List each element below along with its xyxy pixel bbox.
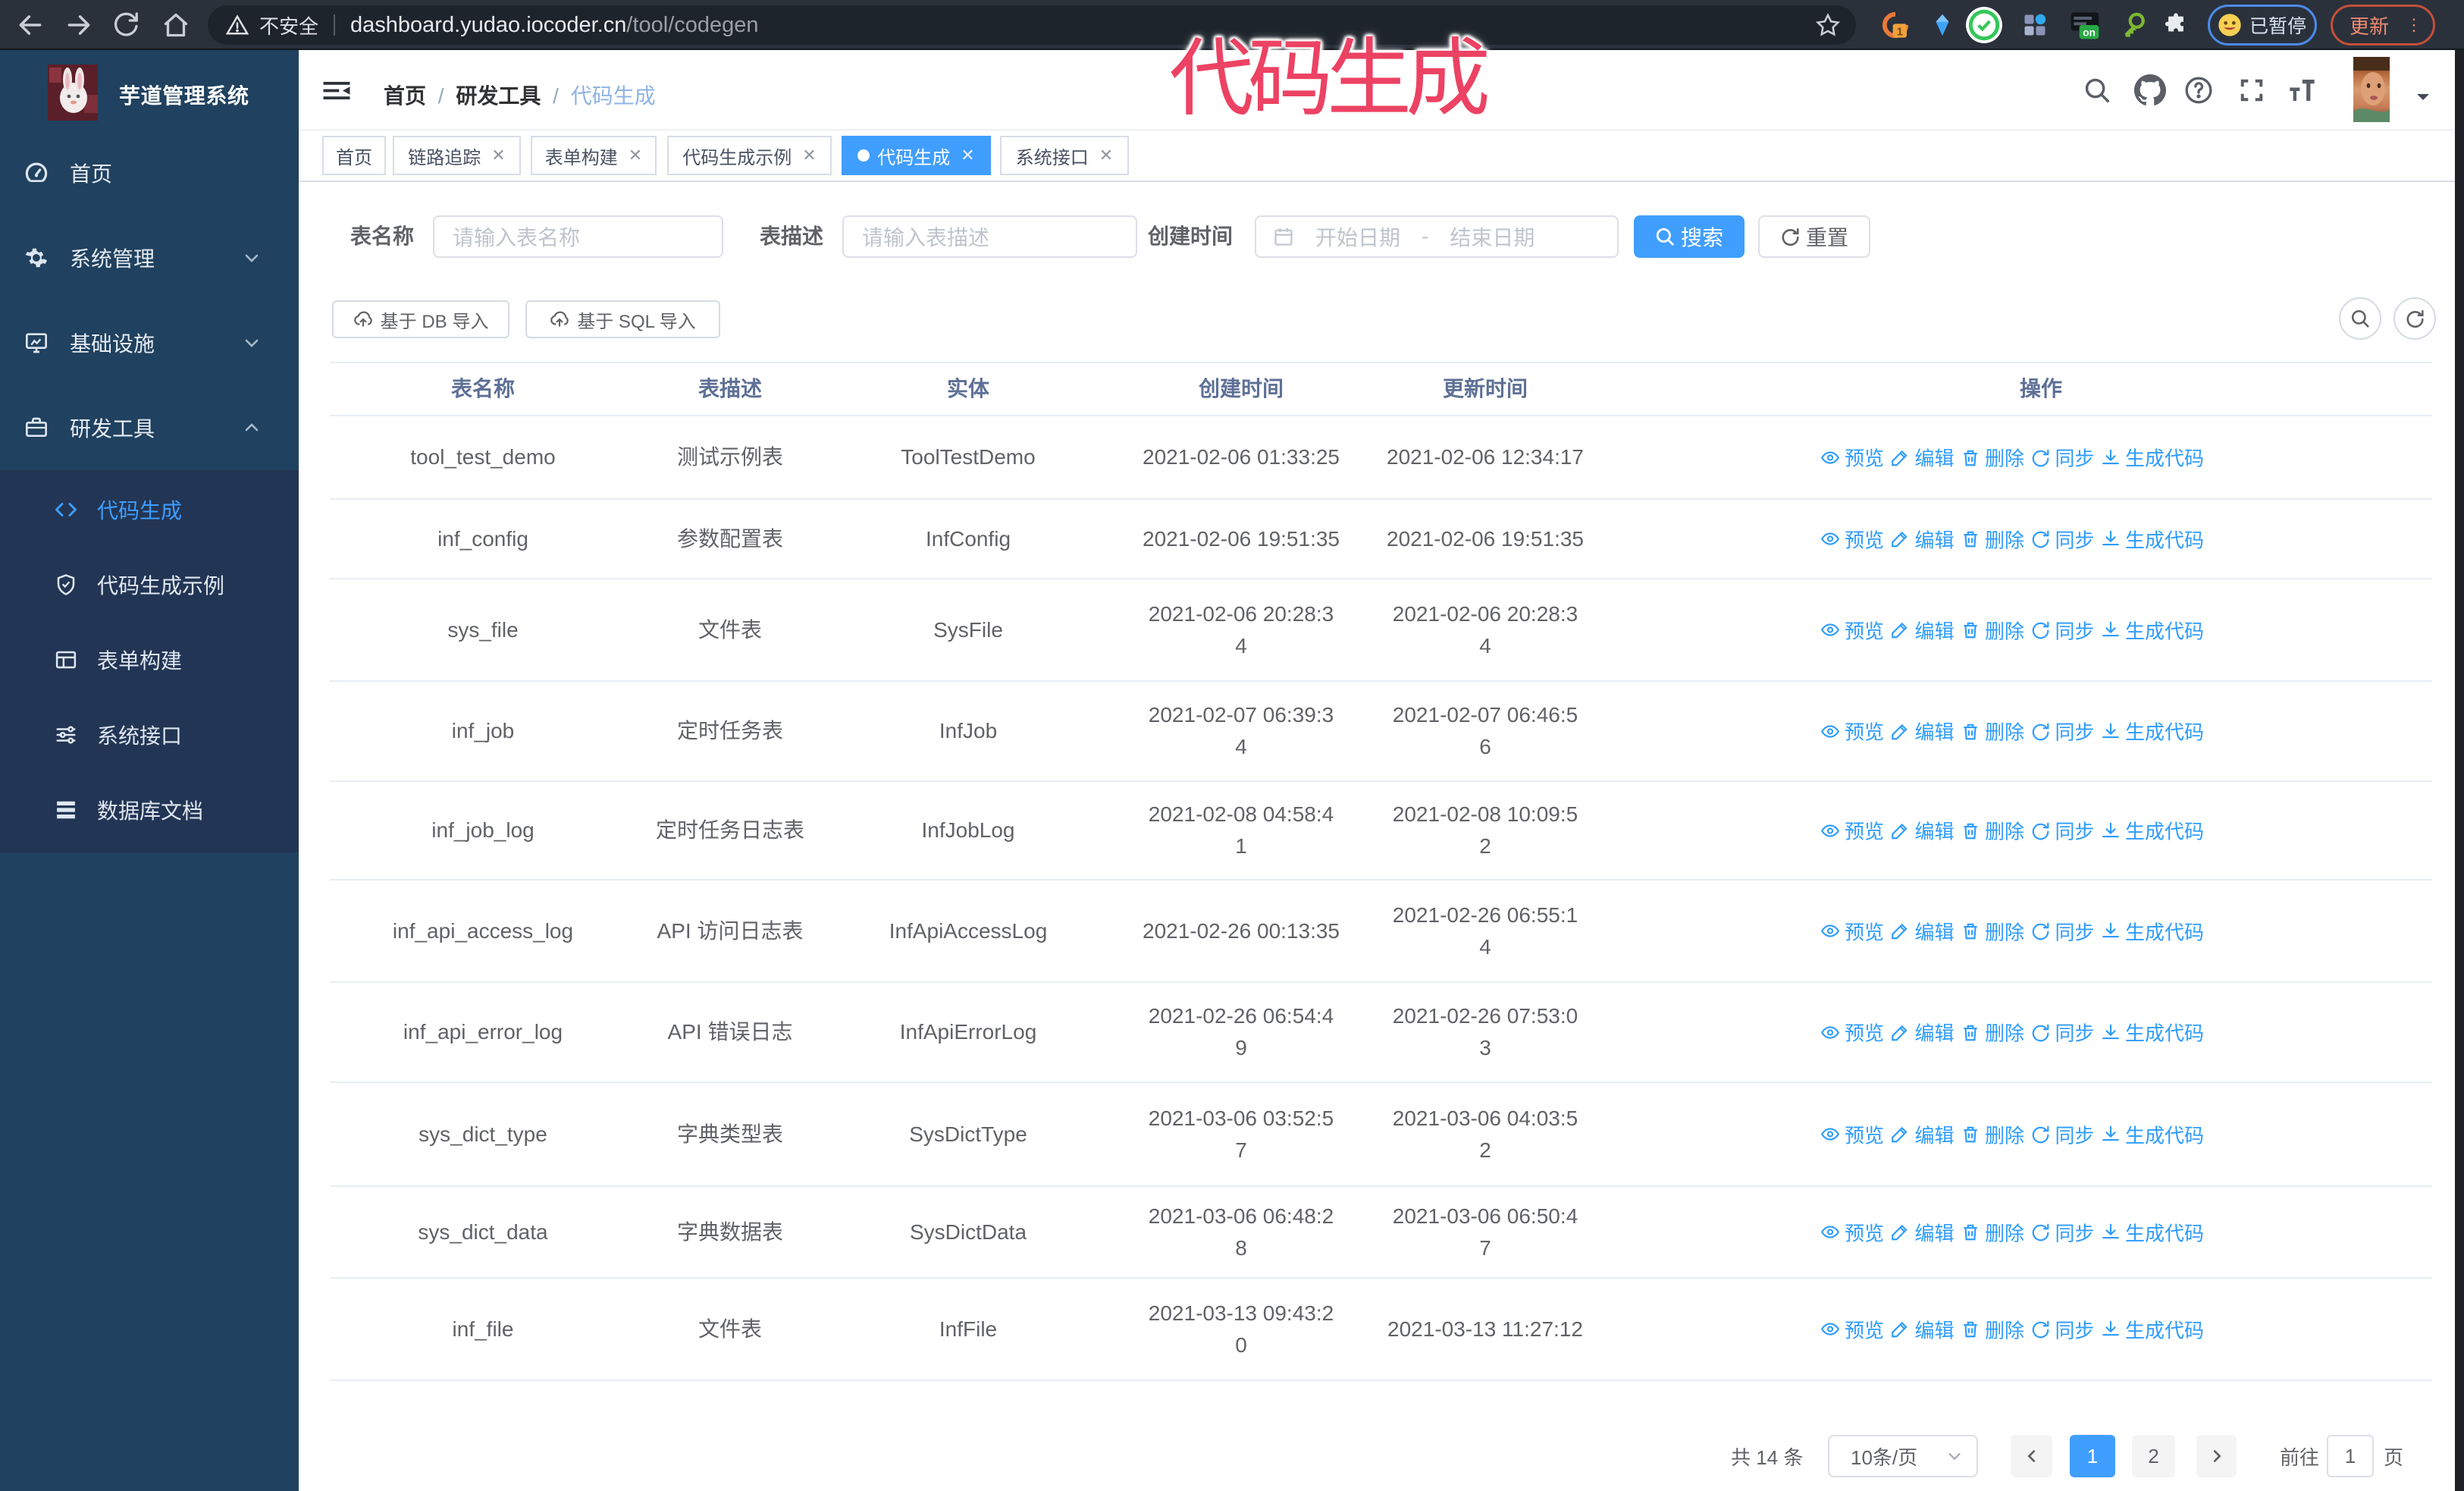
svg-text:on: on xyxy=(2083,27,2096,39)
svg-text:1: 1 xyxy=(1897,25,1903,38)
